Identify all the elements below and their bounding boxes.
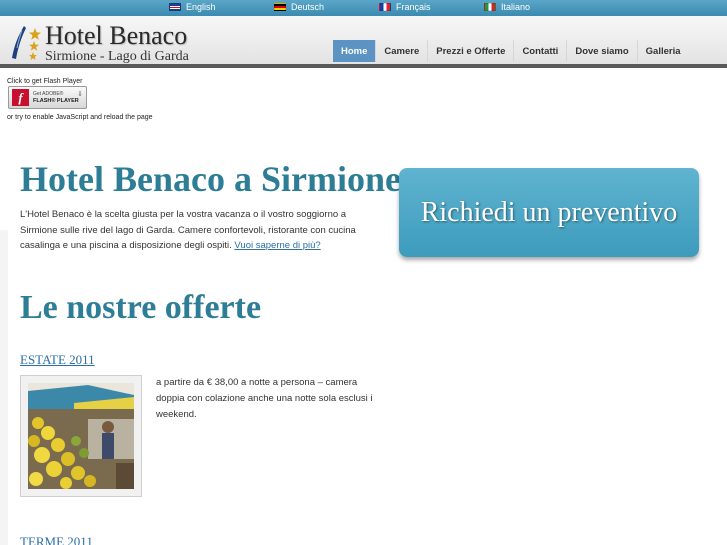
page-title: Hotel Benaco a Sirmione — [20, 159, 401, 199]
language-bar: English Deutsch Français Italiano — [0, 0, 727, 16]
flash-badge-bottom: FLASH® PLAYER — [33, 98, 79, 104]
get-flash-player-button[interactable]: f Get ADOBE® FLASH® PLAYER ⇓ — [8, 86, 87, 109]
language-label: English — [186, 2, 216, 12]
download-arrow-icon: ⇓ — [77, 91, 83, 98]
site-header: Hotel Benaco Sirmione - Lago di Garda Ho… — [0, 16, 727, 68]
more-info-link[interactable]: Vuoi saperne di più? — [234, 240, 320, 251]
nav-item-prezzi-offerte[interactable]: Prezzi e Offerte — [427, 40, 513, 62]
main-nav: Home Camere Prezzi e Offerte Contatti Do… — [333, 40, 689, 62]
language-link-italiano[interactable]: Italiano — [484, 2, 530, 12]
language-link-english[interactable]: English — [169, 2, 216, 12]
offer-link-terme-2011[interactable]: TERME 2011 — [20, 534, 93, 545]
nav-item-home[interactable]: Home — [333, 40, 376, 62]
nav-item-dove-siamo[interactable]: Dove siamo — [566, 40, 636, 62]
flash-prompt: Click to get Flash Player — [7, 78, 83, 85]
offer-description: a partire da € 38,00 a notte a persona –… — [156, 377, 373, 420]
logo-title[interactable]: Hotel Benaco — [45, 21, 187, 51]
page-side-shade — [0, 230, 8, 545]
germany-flag-icon — [274, 3, 286, 11]
nav-item-contatti[interactable]: Contatti — [513, 40, 566, 62]
logo-subtitle: Sirmione - Lago di Garda — [45, 49, 189, 64]
intro-paragraph: L'Hotel Benaco è la scelta giusta per la… — [20, 207, 382, 254]
language-label: Deutsch — [291, 2, 325, 12]
language-link-francais[interactable]: Français — [379, 2, 431, 12]
italy-flag-icon — [484, 3, 496, 11]
language-link-deutsch[interactable]: Deutsch — [274, 2, 324, 12]
uk-flag-icon — [169, 3, 181, 11]
language-label: Italiano — [501, 2, 531, 12]
nav-item-camere[interactable]: Camere — [375, 40, 427, 62]
flash-logo-icon: f — [12, 89, 29, 106]
offer-link-estate-2011[interactable]: ESTATE 2011 — [20, 352, 95, 368]
logo-icon[interactable] — [8, 24, 42, 62]
offers-heading: Le nostre offerte — [20, 289, 262, 326]
nav-item-galleria[interactable]: Galleria — [636, 40, 689, 62]
france-flag-icon — [379, 3, 391, 11]
language-label: Français — [396, 2, 431, 12]
flash-badge-top: Get ADOBE® — [33, 91, 64, 97]
javascript-note: or try to enable JavaScript and reload t… — [7, 114, 153, 121]
market-lemons-image — [28, 383, 134, 489]
request-quote-button[interactable]: Richiedi un preventivo — [399, 168, 699, 257]
offer-photo[interactable] — [20, 375, 142, 497]
request-quote-label: Richiedi un preventivo — [420, 196, 678, 228]
